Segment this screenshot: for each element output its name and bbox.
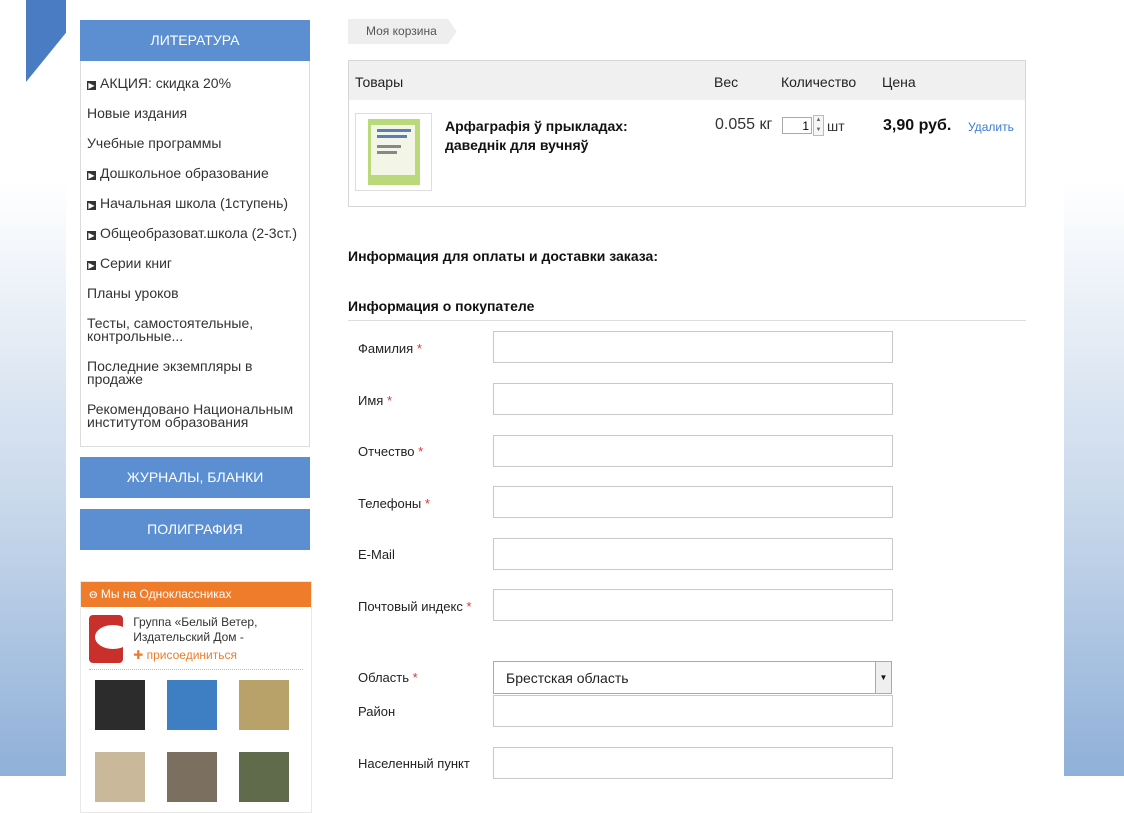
- odnoklassniki-icon: ꙫ: [89, 587, 98, 601]
- district-field[interactable]: [493, 695, 893, 727]
- email-field[interactable]: [493, 538, 893, 570]
- book-cover-image: [368, 119, 420, 185]
- menu-item-label: Тесты, самостоятельные, контрольные...: [87, 315, 254, 344]
- menu-item-label: Учебные программы: [87, 135, 222, 151]
- ok-group: Группа «Белый Ветер, Издательский Дом - …: [89, 607, 303, 670]
- sidebar: ЛИТЕРАТУРА ▶ АКЦИЯ: скидка 20% Новые изда…: [80, 0, 312, 813]
- region-selected-value: Брестская область: [506, 670, 629, 686]
- cart-item-row: Арфаграфія ў прыкладах: даведнік для вуч…: [349, 100, 1025, 205]
- member-avatar[interactable]: [167, 680, 217, 730]
- menu-item-last-copies[interactable]: Последние экземпляры в продаже: [87, 352, 303, 395]
- locality-field[interactable]: [493, 747, 893, 779]
- menu-item-label: Последние экземпляры в продаже: [87, 358, 253, 387]
- menu-item-promo[interactable]: ▶ АКЦИЯ: скидка 20%: [87, 69, 303, 99]
- phones-field[interactable]: [493, 486, 893, 518]
- quantity-unit: шт: [827, 117, 845, 134]
- arrow-right-icon: ▶: [87, 261, 96, 270]
- email-label: E-Mail: [358, 547, 395, 562]
- category-printing[interactable]: ПОЛИГРАФИЯ: [80, 509, 310, 550]
- breadcrumb[interactable]: Моя корзина: [348, 19, 457, 44]
- menu-item-series[interactable]: ▶ Серии книг: [87, 249, 303, 279]
- member-avatar[interactable]: [239, 752, 289, 802]
- odnoklassniki-widget: ꙫ Мы на Одноклассниках Группа «Белый Вет…: [80, 581, 312, 813]
- first-name-field[interactable]: [493, 383, 893, 415]
- locality-label: Населенный пункт: [358, 756, 470, 771]
- member-avatar[interactable]: [95, 752, 145, 802]
- menu-item-secondary[interactable]: ▶ Общеобразоват.школа (2-3ст.): [87, 219, 303, 249]
- menu-item-label: Начальная школа (1ступень): [100, 195, 289, 211]
- category-menu: ▶ АКЦИЯ: скидка 20% Новые издания Учебные…: [80, 61, 310, 447]
- first-name-label: Имя *: [358, 393, 393, 408]
- district-label: Район: [358, 704, 396, 719]
- group-logo[interactable]: [89, 615, 124, 663]
- arrow-right-icon: ▶: [87, 231, 96, 240]
- member-avatar[interactable]: [95, 680, 145, 730]
- cart-table: Товары Вес Количество Цена Арфаграфія ў …: [348, 60, 1026, 207]
- buyer-section-title: Информация о покупателе: [348, 298, 535, 314]
- ok-member-avatars: [81, 670, 311, 812]
- join-label: присоединиться: [146, 648, 237, 662]
- menu-item-label: Планы уроков: [87, 285, 179, 301]
- payment-section-title: Информация для оплаты и доставки заказа:: [348, 248, 658, 264]
- menu-item-new[interactable]: Новые издания: [87, 99, 303, 129]
- quantity-stepper: ▲ ▼ шт: [782, 115, 845, 136]
- header-quantity: Количество: [781, 74, 857, 90]
- phones-label: Телефоны *: [358, 496, 430, 511]
- member-avatar[interactable]: [167, 752, 217, 802]
- menu-item-programs[interactable]: Учебные программы: [87, 129, 303, 159]
- menu-item-lesson-plans[interactable]: Планы уроков: [87, 279, 303, 309]
- last-name-field[interactable]: [493, 331, 893, 363]
- header-weight: Вес: [714, 74, 739, 90]
- product-weight: 0.055 кг: [715, 116, 773, 133]
- menu-item-tests[interactable]: Тесты, самостоятельные, контрольные...: [87, 309, 303, 352]
- menu-item-preschool[interactable]: ▶ Дошкольное образование: [87, 159, 303, 189]
- quantity-spinner[interactable]: ▲ ▼: [813, 115, 824, 136]
- patronymic-field[interactable]: [493, 435, 893, 467]
- postal-code-field[interactable]: [493, 589, 893, 621]
- header-price: Цена: [882, 74, 916, 90]
- plus-icon: ✚: [133, 648, 144, 662]
- page-container: ЛИТЕРАТУРА ▶ АКЦИЯ: скидка 20% Новые изда…: [66, 0, 1064, 813]
- arrow-up-icon[interactable]: ▲: [814, 116, 823, 126]
- category-journals[interactable]: ЖУРНАЛЫ, БЛАНКИ: [80, 457, 310, 498]
- postal-code-label: Почтовый индекс *: [358, 599, 472, 614]
- arrow-right-icon: ▶: [87, 201, 96, 210]
- join-button[interactable]: ✚ присоединиться: [133, 648, 303, 662]
- member-avatar[interactable]: [239, 680, 289, 730]
- menu-item-label: АКЦИЯ: скидка 20%: [100, 75, 232, 91]
- corner-ribbon: [26, 0, 66, 82]
- menu-item-recommended[interactable]: Рекомендовано Национальным институтом об…: [87, 395, 303, 438]
- cart-header: Товары Вес Количество Цена: [349, 61, 1025, 100]
- product-thumbnail[interactable]: [355, 113, 432, 191]
- patronymic-label: Отчество *: [358, 444, 424, 459]
- quantity-input[interactable]: [782, 117, 812, 134]
- menu-item-label: Новые издания: [87, 105, 188, 121]
- region-select[interactable]: Брестская область ▼: [493, 661, 892, 694]
- arrow-right-icon: ▶: [87, 171, 96, 180]
- arrow-down-icon[interactable]: ▼: [814, 126, 823, 136]
- section-divider: [348, 320, 1026, 321]
- product-title[interactable]: Арфаграфія ў прыкладах: даведнік для вуч…: [445, 117, 675, 155]
- header-products: Товары: [355, 74, 404, 90]
- region-label: Область *: [358, 670, 418, 685]
- ok-group-name[interactable]: Группа «Белый Ветер, Издательский Дом -: [133, 615, 303, 645]
- menu-item-primary[interactable]: ▶ Начальная школа (1ступень): [87, 189, 303, 219]
- product-price: 3,90 руб.: [883, 117, 952, 134]
- ok-widget-title: Мы на Одноклассниках: [100, 587, 232, 601]
- category-literature[interactable]: ЛИТЕРАТУРА: [80, 20, 310, 61]
- menu-item-label: Общеобразоват.школа (2-3ст.): [100, 225, 297, 241]
- last-name-label: Фамилия *: [358, 341, 422, 356]
- menu-item-label: Дошкольное образование: [100, 165, 269, 181]
- chevron-down-icon[interactable]: ▼: [875, 662, 891, 693]
- ok-widget-header: ꙫ Мы на Одноклассниках: [81, 582, 311, 607]
- menu-item-label: Серии книг: [100, 255, 172, 271]
- arrow-right-icon: ▶: [87, 81, 96, 90]
- delete-link[interactable]: Удалить: [968, 120, 1014, 134]
- menu-item-label: Рекомендовано Национальным институтом об…: [87, 401, 294, 430]
